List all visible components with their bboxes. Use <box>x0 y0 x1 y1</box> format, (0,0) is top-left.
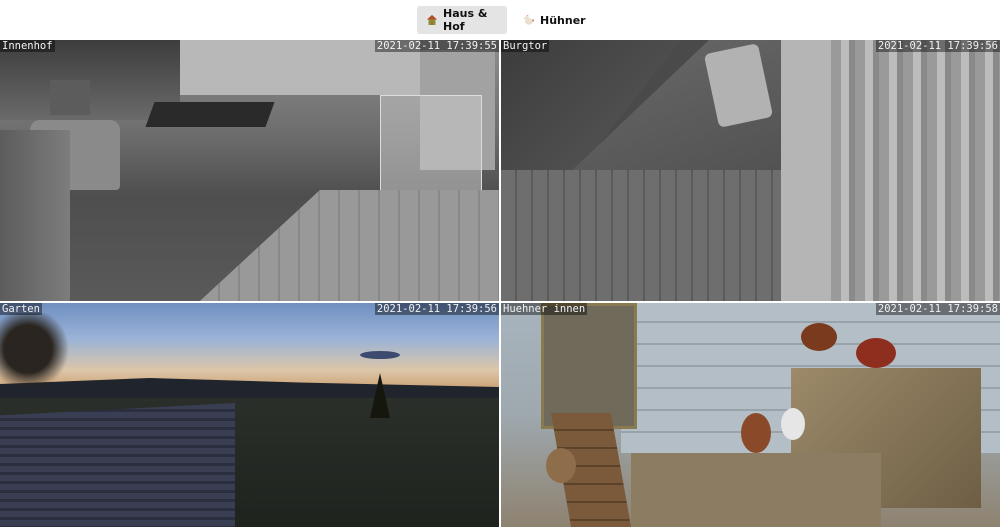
chicken-2 <box>856 338 896 368</box>
tab-huehner[interactable]: Hühner <box>514 6 586 34</box>
chicken-1 <box>801 323 837 351</box>
camera-feed-innenhof[interactable]: Innenhof 2021-02-11 17:39:55 <box>0 40 499 301</box>
house-icon <box>426 14 438 26</box>
gate-pillar <box>781 40 831 301</box>
camera-timestamp: 2021-02-11 17:39:56 <box>875 40 1000 52</box>
chicken-icon <box>523 14 535 26</box>
greenhouse <box>380 95 482 197</box>
pond-cover <box>145 102 275 127</box>
chicken-3 <box>741 413 771 453</box>
camera-feed-garten[interactable]: Garten 2021-02-11 17:39:56 <box>0 303 499 527</box>
garage-door <box>50 80 90 115</box>
tab-haus-und-hof[interactable]: Haus & Hof <box>417 6 507 34</box>
camera-group-tabs: Haus & Hof Hühner <box>0 0 1000 40</box>
camera-label: Innenhof <box>0 40 55 52</box>
evening-sky <box>0 303 499 393</box>
chicken-white <box>781 408 805 440</box>
camera-timestamp: 2021-02-11 17:39:56 <box>374 303 499 315</box>
camera-label: Garten <box>0 303 42 315</box>
bare-tree <box>0 313 70 403</box>
tab-label: Haus & Hof <box>443 7 488 33</box>
roof-panels <box>0 403 235 527</box>
coop-door <box>541 303 637 429</box>
camera-label: Huehner innen <box>501 303 588 315</box>
straw-floor <box>631 453 881 527</box>
camera-timestamp: 2021-02-11 17:39:58 <box>875 303 1000 315</box>
camera-label: Burgtor <box>501 40 550 52</box>
cloud <box>360 351 400 359</box>
camera-timestamp: 2021-02-11 17:39:55 <box>374 40 499 52</box>
corrugated-gate <box>831 40 1000 301</box>
camera-feed-huehner-innen[interactable]: Huehner innen 2021-02-11 17:39:58 <box>501 303 1000 527</box>
camera-feed-burgtor[interactable]: Burgtor 2021-02-11 17:39:56 <box>501 40 1000 301</box>
chicken-4 <box>546 448 576 483</box>
cobblestone-driveway <box>501 170 821 301</box>
tab-label: Hühner <box>540 13 586 27</box>
camera-grid: Innenhof 2021-02-11 17:39:55 Burgtor 202… <box>0 40 1000 527</box>
stone-wall <box>0 130 70 301</box>
